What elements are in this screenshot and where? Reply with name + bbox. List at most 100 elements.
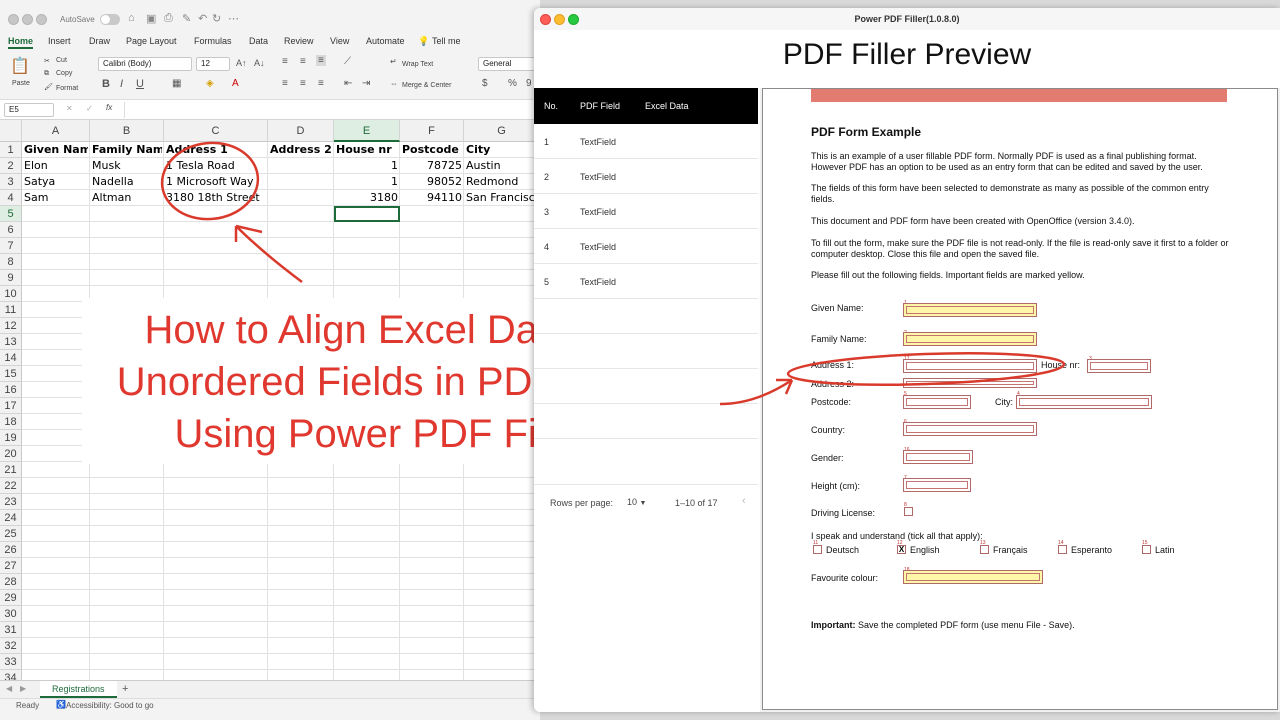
align-center-icon[interactable]: ≡ [300,78,306,89]
tab-page-layout[interactable]: Page Layout [126,36,177,46]
row-header-15[interactable]: 15 [0,366,22,382]
formula-input[interactable] [124,102,534,118]
format-label[interactable]: Format [56,85,78,92]
table-row[interactable] [534,404,758,439]
row-header-13[interactable]: 13 [0,334,22,350]
table-cell[interactable]: 3180 18th Street [166,190,266,206]
copy-icon[interactable]: ⧉ [44,70,49,78]
print-icon[interactable]: ⎙ [164,12,173,25]
indent-icon[interactable]: ⇤ [344,78,352,89]
favourite-colour-field[interactable] [903,570,1043,584]
row-header-28[interactable]: 28 [0,574,22,590]
column-header-e[interactable]: E [334,120,400,142]
column-header-d[interactable]: D [268,120,334,142]
underline-icon[interactable]: U [136,78,144,90]
tab-tell-me[interactable]: Tell me [432,36,461,46]
status-accessibility[interactable]: Accessibility: Good to go [66,701,154,710]
autosave-toggle[interactable] [100,14,120,25]
row-header-32[interactable]: 32 [0,638,22,654]
outdent-icon[interactable]: ⇥ [362,78,370,89]
excel-data-select[interactable] [645,204,745,220]
header-cell[interactable]: City [466,142,540,158]
row-header-31[interactable]: 31 [0,622,22,638]
height-field[interactable] [903,478,971,492]
table-cell[interactable]: 1 Tesla Road [166,158,266,174]
selected-cell-e5[interactable] [334,206,400,222]
tab-home[interactable]: Home [8,36,34,49]
merge-icon[interactable]: ⇔ [390,79,398,88]
table-cell[interactable]: 3180 [336,190,398,206]
scissors-icon[interactable]: ✂ [44,57,50,65]
zoom-window-button[interactable] [36,14,47,25]
column-header-b[interactable]: B [90,120,164,142]
table-cell[interactable]: 98052 [402,174,462,190]
percent-icon[interactable]: % [508,78,517,89]
row-header-8[interactable]: 8 [0,254,22,270]
excel-data-select[interactable] [645,134,745,150]
table-cell[interactable]: 94110 [402,190,462,206]
redo-icon[interactable]: ↻ [212,12,221,25]
row-header-20[interactable]: 20 [0,446,22,462]
row-header-21[interactable]: 21 [0,462,22,478]
table-row[interactable] [534,369,758,404]
close-window-button[interactable] [8,14,19,25]
edit-icon[interactable]: ✎ [182,12,191,25]
cancel-icon[interactable]: ✕ [66,104,73,113]
tab-formulas[interactable]: Formulas [194,36,232,46]
tab-draw[interactable]: Draw [89,36,110,46]
tab-view[interactable]: View [330,36,349,46]
row-header-25[interactable]: 25 [0,526,22,542]
add-sheet-button[interactable]: + [122,683,128,695]
table-row[interactable]: 3 TextField [534,194,758,229]
fx-label[interactable]: fx [106,103,112,112]
align-top-icon[interactable]: ≡ [282,56,288,67]
table-row[interactable]: 4 TextField [534,229,758,264]
undo-icon[interactable]: ↶ [198,12,207,25]
increase-font-icon[interactable]: A↑ [236,58,247,68]
row-header-4[interactable]: 4 [0,190,22,206]
table-cell[interactable]: Austin [466,158,540,174]
row-header-12[interactable]: 12 [0,318,22,334]
row-header-17[interactable]: 17 [0,398,22,414]
currency-icon[interactable]: $ [482,78,488,89]
header-cell[interactable]: Given Name [24,142,88,158]
column-header-f[interactable]: F [400,120,464,142]
row-header-33[interactable]: 33 [0,654,22,670]
given-name-field[interactable] [903,303,1037,317]
tab-review[interactable]: Review [284,36,314,46]
table-row[interactable]: 2 TextField [534,159,758,194]
table-row[interactable] [534,334,758,369]
row-header-9[interactable]: 9 [0,270,22,286]
table-cell[interactable]: San Francisco [466,190,540,206]
column-header-g[interactable]: G [464,120,540,142]
row-header-26[interactable]: 26 [0,542,22,558]
address-1-field[interactable] [903,359,1037,373]
confirm-icon[interactable]: ✓ [86,104,93,113]
esperanto-checkbox[interactable] [1058,545,1067,554]
header-cell[interactable]: Address 1 [166,142,266,158]
header-cell[interactable]: House nr [336,142,398,158]
excel-data-select[interactable] [645,169,745,185]
row-header-16[interactable]: 16 [0,382,22,398]
tab-insert[interactable]: Insert [48,36,71,46]
city-field[interactable] [1016,395,1152,409]
row-header-27[interactable]: 27 [0,558,22,574]
name-box[interactable]: E5 [4,103,54,117]
orientation-icon[interactable]: ⟋ [344,56,351,67]
row-header-3[interactable]: 3 [0,174,22,190]
column-header-pdf-field[interactable]: PDF Field [580,101,620,111]
gender-field[interactable] [903,450,973,464]
select-all-corner[interactable] [0,120,22,142]
font-size-select[interactable]: 12 [196,57,230,71]
header-cell[interactable]: Postcode [402,142,462,158]
align-bottom-icon[interactable]: ≡ [316,55,326,66]
row-header-22[interactable]: 22 [0,478,22,494]
number-format-select[interactable]: General [478,57,540,71]
row-header-1[interactable]: 1 [0,142,22,158]
minimize-window-button[interactable] [22,14,33,25]
scroll-left-icon[interactable]: ◀ [6,684,12,693]
copy-label[interactable]: Copy [56,70,72,77]
table-cell[interactable]: Elon [24,158,88,174]
row-header-29[interactable]: 29 [0,590,22,606]
driving-license-checkbox[interactable] [904,507,913,516]
